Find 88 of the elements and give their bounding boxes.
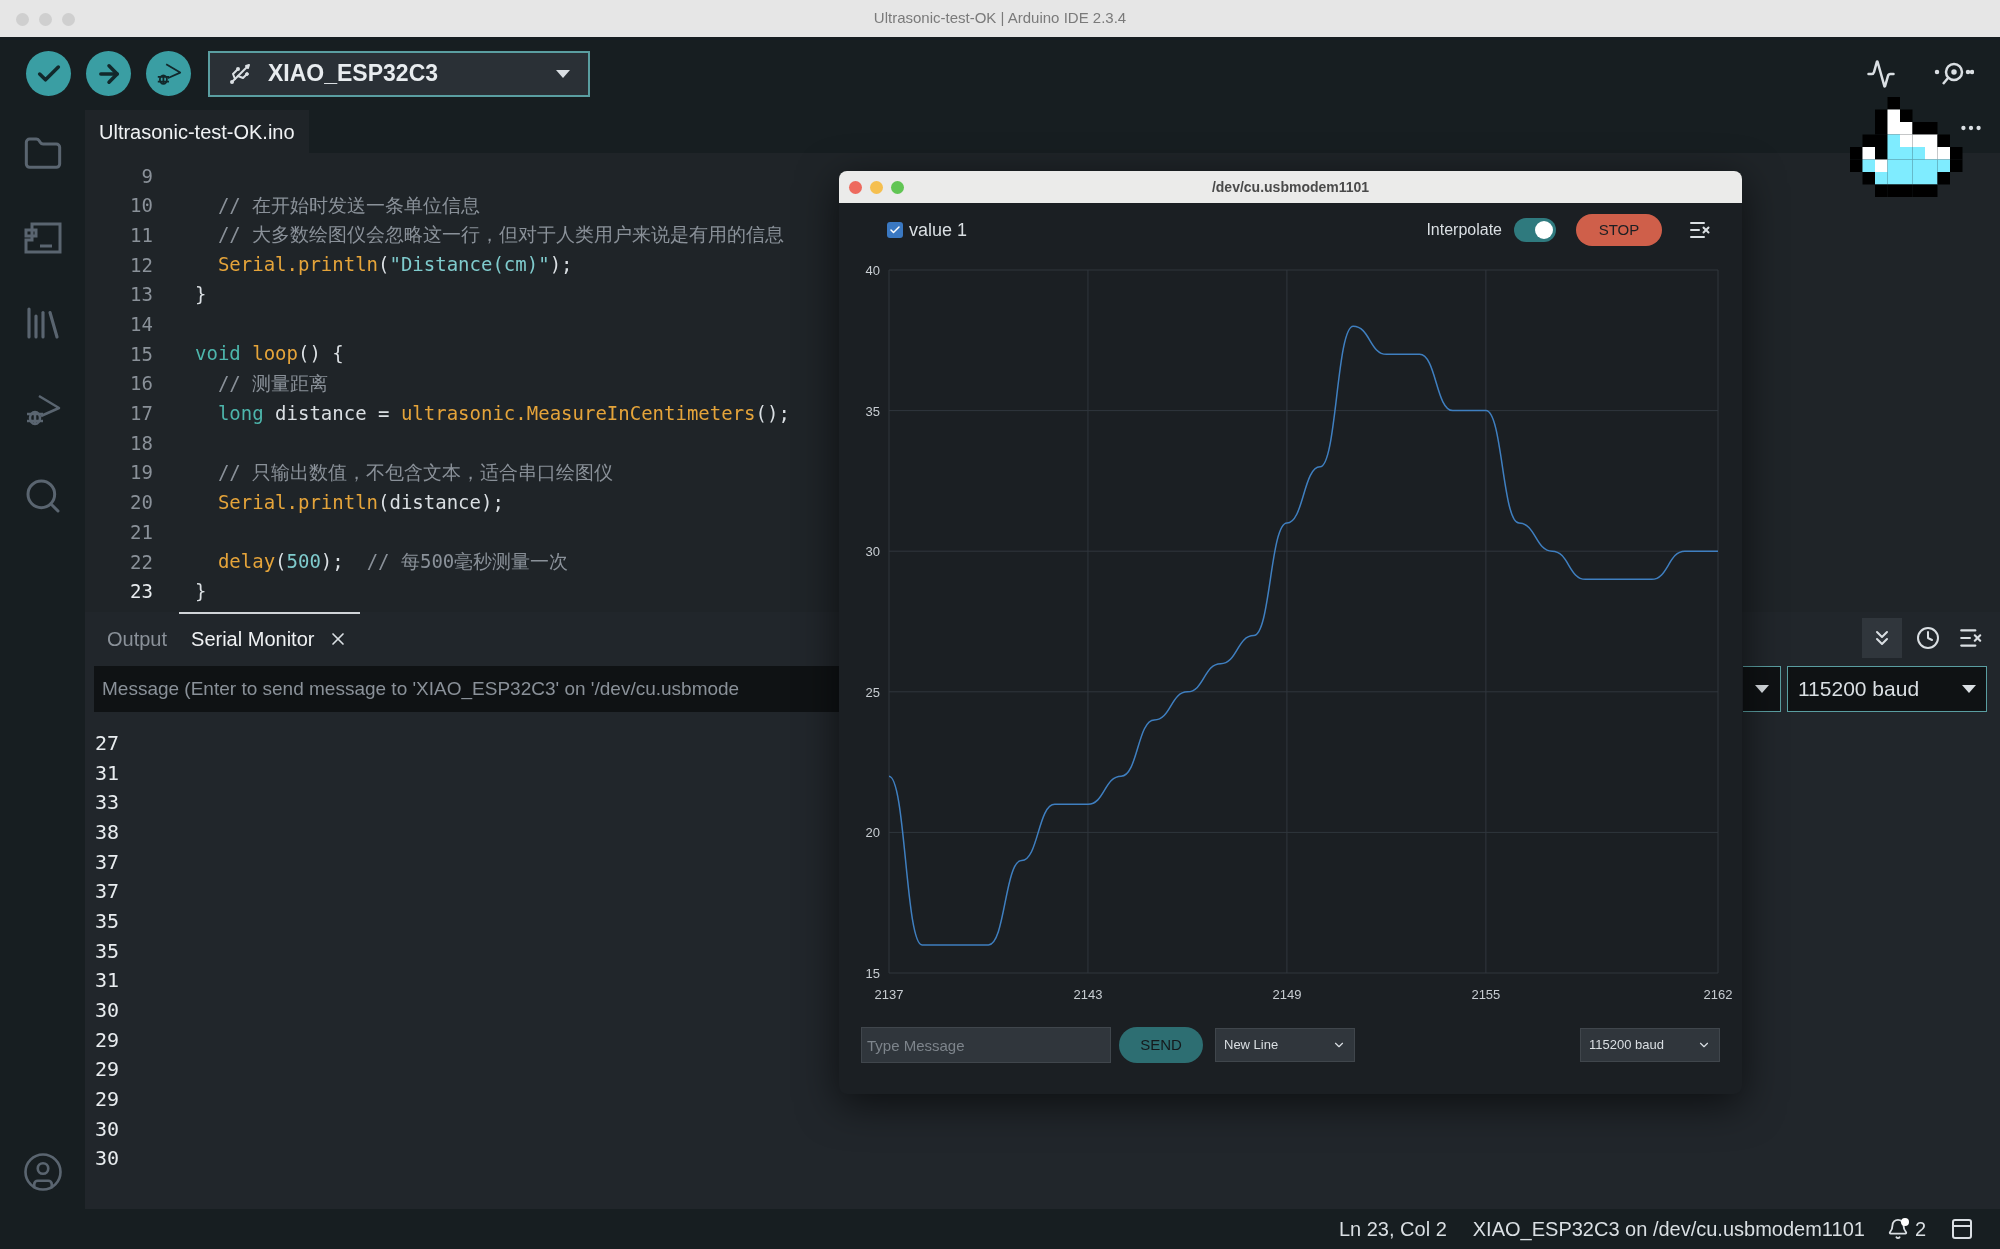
line-number: 17	[129, 401, 153, 427]
caret-icon	[556, 69, 570, 78]
y-axis-label: 30	[865, 544, 880, 560]
line-number: 13	[129, 282, 153, 308]
debug-button[interactable]	[146, 51, 191, 96]
output-line: 27	[95, 729, 120, 757]
line-number: 18	[129, 430, 153, 456]
serial-plotter-icon[interactable]	[1866, 58, 1896, 89]
code-line: long distance = ultrasonic.MeasureInCentimeters();	[216, 400, 790, 426]
code-line: }	[195, 578, 207, 604]
check-icon	[889, 224, 901, 236]
output-line: 30	[95, 1115, 120, 1143]
output-line: 31	[95, 759, 120, 787]
output-line: 29	[95, 1056, 120, 1084]
code-line: // 只输出数值，不包含文本，适合串口绘图仪	[216, 459, 614, 485]
close-window-button[interactable]	[849, 181, 862, 194]
code-line: }	[195, 281, 207, 307]
x-axis-label: 2155	[1471, 987, 1501, 1002]
x-axis-label: 2143	[1073, 987, 1103, 1002]
output-line: 37	[95, 848, 120, 876]
stop-button[interactable]: STOP	[1576, 214, 1662, 246]
window-title: /dev/cu.usbmodem1101	[1211, 177, 1370, 197]
line-number: 9	[140, 163, 153, 189]
line-number: 19	[129, 460, 153, 486]
output-line: 31	[95, 967, 120, 995]
line-ending-dropdown[interactable]	[1743, 666, 1781, 712]
line-number: 20	[129, 490, 153, 516]
code-line: // 测量距离	[216, 370, 329, 396]
board-port-status[interactable]: XIAO_ESP32C3 on /dev/cu.usbmodem1101	[1472, 1214, 1865, 1244]
output-line: 35	[95, 907, 120, 935]
y-axis-label: 25	[865, 684, 880, 700]
autoscroll-button[interactable]	[1862, 618, 1902, 658]
line-number: 12	[129, 252, 153, 278]
output-line: 30	[95, 997, 120, 1025]
hand-cursor-icon	[1850, 97, 1963, 197]
line-number: 23	[129, 579, 153, 605]
account-icon[interactable]	[21, 1151, 64, 1193]
interpolate-label: Interpolate	[1426, 220, 1502, 240]
layout-icon[interactable]	[1950, 1217, 1974, 1241]
output-line: 37	[95, 878, 120, 906]
line-ending-dropdown[interactable]: New Line	[1215, 1028, 1355, 1062]
panel-tab[interactable]: Output	[95, 612, 180, 664]
upload-button[interactable]	[86, 51, 131, 96]
x-axis-label: 2149	[1272, 987, 1302, 1002]
code-line: // 大多数绘图仪会忽略这一行，但对于人类用户来说是有用的信息	[216, 222, 785, 248]
code-line: Serial.println("Distance(cm)");	[216, 252, 573, 278]
code-line: void loop() {	[195, 341, 344, 367]
output-line: 30	[95, 1145, 120, 1173]
bell-icon[interactable]	[1886, 1218, 1909, 1240]
line-number: 11	[129, 222, 153, 248]
line-number: 14	[129, 312, 153, 338]
output-line: 38	[95, 818, 120, 846]
baud-rate-dropdown[interactable]: 115200 baud	[1580, 1028, 1720, 1062]
verify-button[interactable]	[26, 51, 71, 96]
series-label: value 1	[909, 218, 968, 242]
output-line: 35	[95, 937, 120, 965]
board-selector[interactable]: XIAO_ESP32C3	[208, 50, 590, 97]
interpolate-toggle[interactable]	[1514, 218, 1556, 242]
baud-rate-dropdown[interactable]: 115200 baud	[1787, 666, 1987, 712]
line-number: 10	[129, 193, 153, 219]
output-line: 29	[95, 1026, 120, 1054]
y-axis-label: 40	[865, 263, 880, 278]
cursor-position[interactable]: Ln 23, Col 2	[1338, 1214, 1447, 1244]
window-title: Ultrasonic-test-OK | Arduino IDE 2.3.4	[873, 8, 1127, 29]
caret-icon	[1754, 685, 1769, 693]
output-line: 29	[95, 1086, 120, 1114]
notification-count[interactable]: 2	[1914, 1214, 1926, 1244]
x-axis-label: 2162	[1703, 987, 1733, 1002]
line-number: 15	[129, 341, 153, 367]
line-number: 22	[129, 549, 153, 575]
y-axis-label: 20	[865, 825, 880, 841]
code-line: delay(500); // 每500毫秒测量一次	[216, 548, 569, 574]
code-line: // 在开始时发送一条单位信息	[216, 192, 481, 218]
series-checkbox[interactable]	[887, 222, 903, 238]
editor-tab[interactable]: Ultrasonic-test-OK.ino	[85, 110, 309, 153]
message-input[interactable]: Type Message	[861, 1027, 1111, 1063]
caret-icon	[1962, 685, 1976, 693]
clock-icon[interactable]	[1916, 626, 1940, 650]
usb-icon	[228, 61, 252, 86]
output-line: 33	[95, 789, 120, 817]
message-field[interactable]: Message (Enter to send message to 'XIAO_ESP32C3' on '/dev/cu.usbmode	[94, 666, 839, 712]
line-number: 21	[129, 519, 153, 545]
x-axis-label: 2137	[874, 987, 904, 1002]
panel-tab[interactable]: Serial Monitor	[179, 612, 361, 664]
code-line: Serial.println(distance);	[216, 489, 504, 515]
line-number: 16	[129, 371, 153, 397]
y-axis-label: 35	[865, 403, 880, 419]
y-axis-label: 15	[865, 966, 880, 981]
